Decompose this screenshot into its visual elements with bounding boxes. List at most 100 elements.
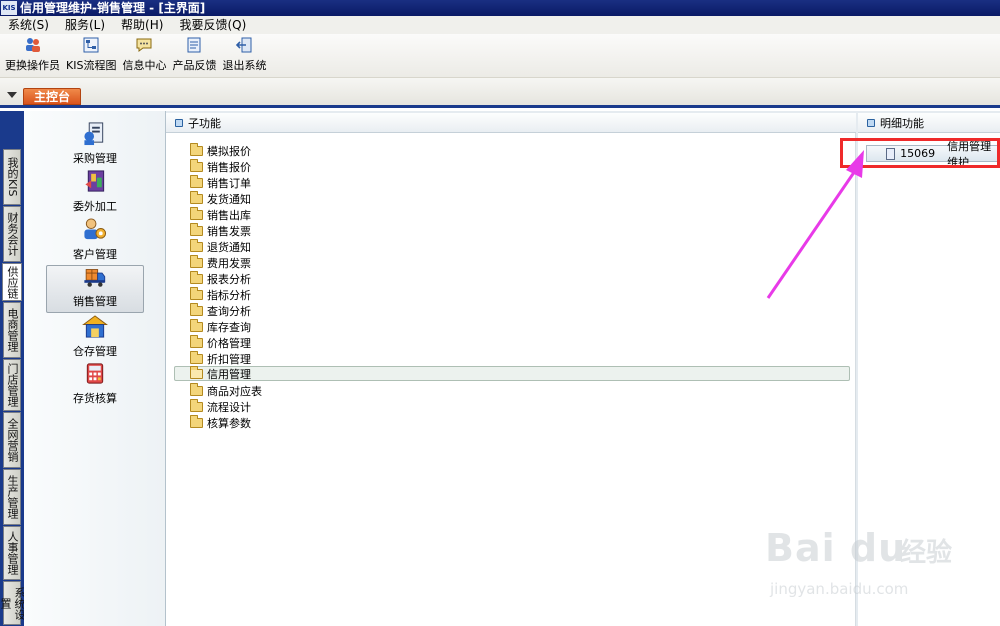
sub-item-query-analysis[interactable]: 查询分析: [190, 302, 251, 318]
folder-icon: [190, 142, 203, 156]
sub-function-list: 模拟报价 销售报价 销售订单 发货通知 销售出库 销售发票 退货通知 费用发票 …: [166, 133, 856, 626]
folder-icon: [190, 174, 203, 188]
menu-bar: 系统(S) 服务(L) 帮助(H) 我要反馈(Q): [0, 16, 1000, 34]
sub-item-label: 流程设计: [207, 400, 251, 414]
sub-item-sales-order[interactable]: 销售订单: [190, 174, 251, 190]
side-tab-label: 全网营销: [6, 418, 19, 462]
sub-item-expense-invoice[interactable]: 费用发票: [190, 254, 251, 270]
sub-item-report-analysis[interactable]: 报表分析: [190, 270, 251, 286]
message-center-button[interactable]: 信息中心: [120, 36, 168, 77]
module-sales[interactable]: 销售管理: [46, 265, 144, 313]
folder-icon: [190, 222, 203, 236]
folder-icon: [190, 158, 203, 172]
side-tab-supply-chain[interactable]: 供应链: [2, 263, 22, 301]
folder-open-icon: [190, 365, 203, 379]
sub-item-label: 信用管理: [207, 367, 251, 381]
sub-item-inventory-query[interactable]: 库存查询: [190, 318, 251, 334]
document-icon: [886, 147, 896, 160]
sub-item-sales-outbound[interactable]: 销售出库: [190, 206, 251, 222]
sub-item-label: 核算参数: [207, 416, 251, 430]
customer-icon: [84, 218, 107, 240]
warehouse-icon: [82, 315, 108, 338]
sub-item-discount-management[interactable]: 折扣管理: [190, 350, 251, 366]
sub-item-sales-quote[interactable]: 销售报价: [190, 158, 251, 174]
folder-icon: [190, 286, 203, 300]
folder-icon: [190, 318, 203, 332]
side-tab-production[interactable]: 生产管理: [3, 469, 21, 525]
folder-icon: [190, 270, 203, 284]
sub-item-process-design[interactable]: 流程设计: [190, 398, 251, 414]
sub-item-credit-management[interactable]: 信用管理: [174, 365, 850, 381]
title-bar: KIS 信用管理维护-销售管理 - [主界面]: [0, 0, 1000, 16]
sub-item-accounting-params[interactable]: 核算参数: [190, 414, 251, 430]
side-tab-system-settings[interactable]: 系统设置: [0, 581, 26, 625]
sub-item-label: 销售发票: [207, 224, 251, 238]
folder-icon: [190, 238, 203, 252]
menu-feedback[interactable]: 我要反馈(Q): [171, 16, 254, 34]
side-tab-marketing[interactable]: 全网营销: [3, 412, 21, 468]
module-customer[interactable]: 客户管理: [46, 217, 144, 265]
folder-icon: [190, 254, 203, 268]
switch-operator-button[interactable]: 更换操作员: [3, 36, 62, 77]
flowchart-icon: [83, 37, 99, 53]
sub-item-label: 商品对应表: [207, 384, 262, 398]
sub-item-label: 费用发票: [207, 256, 251, 270]
sub-item-label: 价格管理: [207, 336, 251, 350]
detail-function-title: 明细功能: [880, 116, 924, 130]
module-warehouse[interactable]: 仓存管理: [46, 314, 144, 362]
detail-function-header: 明细功能: [858, 113, 1000, 133]
side-tab-hr[interactable]: 人事管理: [3, 526, 21, 580]
product-feedback-button[interactable]: 产品反馈: [170, 36, 218, 77]
side-tab-label: 人事管理: [6, 531, 19, 575]
module-label: 销售管理: [73, 295, 117, 308]
kis-flowchart-button[interactable]: KIS流程图: [64, 36, 118, 77]
side-tab-label: 门店管理: [6, 363, 19, 407]
toolbar: 更换操作员 KIS流程图 信息中心 产品反馈 退出系统: [0, 34, 1000, 78]
folder-icon: [190, 334, 203, 348]
folder-icon: [190, 382, 203, 396]
detail-item-credit-maintenance[interactable]: 15069 信用管理维护: [866, 140, 1000, 169]
sub-item-label: 销售出库: [207, 208, 251, 222]
menu-service[interactable]: 服务(L): [57, 16, 113, 34]
side-tab-label: 我的KIS: [6, 157, 19, 197]
product-feedback-label: 产品反馈: [172, 59, 217, 72]
chevron-down-icon[interactable]: [7, 92, 17, 98]
module-purchase[interactable]: 采购管理: [46, 121, 144, 169]
sub-item-label: 查询分析: [207, 304, 251, 318]
module-inventory-accounting[interactable]: 存货核算: [46, 361, 144, 409]
sales-truck-icon: [84, 269, 106, 287]
folder-icon: [190, 206, 203, 220]
detail-function-list: 15069 信用管理维护: [858, 133, 1000, 626]
menu-system[interactable]: 系统(S): [0, 16, 57, 34]
folder-icon: [190, 190, 203, 204]
console-tab-strip: 主控台: [0, 78, 1000, 108]
side-tab-label: 生产管理: [6, 475, 19, 519]
module-label: 存货核算: [73, 392, 117, 405]
sub-item-price-management[interactable]: 价格管理: [190, 334, 251, 350]
exit-system-button[interactable]: 退出系统: [220, 36, 268, 77]
sub-item-label: 库存查询: [207, 320, 251, 334]
module-panel: 采购管理 委外加工 客户管理 销售管理 仓存管理 存货核算: [24, 111, 166, 626]
sub-item-label: 退货通知: [207, 240, 251, 254]
sub-item-label: 发货通知: [207, 192, 251, 206]
purchase-icon: [84, 122, 104, 146]
module-outsourcing[interactable]: 委外加工: [46, 169, 144, 217]
side-tab-ecommerce[interactable]: 电商管理: [3, 302, 21, 358]
kis-app-icon: KIS: [1, 1, 17, 15]
sub-item-return-notice[interactable]: 退货通知: [190, 238, 251, 254]
message-center-icon: [136, 38, 152, 52]
menu-help[interactable]: 帮助(H): [113, 16, 171, 34]
sub-item-indicator-analysis[interactable]: 指标分析: [190, 286, 251, 302]
sub-item-sales-invoice[interactable]: 销售发票: [190, 222, 251, 238]
sub-item-delivery-notice[interactable]: 发货通知: [190, 190, 251, 206]
tab-main-console[interactable]: 主控台: [23, 88, 82, 105]
sub-item-product-mapping[interactable]: 商品对应表: [190, 382, 262, 398]
side-tab-label: 供应链: [6, 265, 19, 299]
folder-icon: [190, 398, 203, 412]
sub-item-simulated-quote[interactable]: 模拟报价: [190, 142, 251, 158]
side-tab-finance[interactable]: 财务会计: [3, 206, 21, 262]
side-tab-label: 电商管理: [6, 308, 19, 352]
sub-item-label: 模拟报价: [207, 144, 251, 158]
side-tab-store[interactable]: 门店管理: [3, 359, 21, 411]
side-tab-my-kis[interactable]: 我的KIS: [3, 149, 21, 205]
